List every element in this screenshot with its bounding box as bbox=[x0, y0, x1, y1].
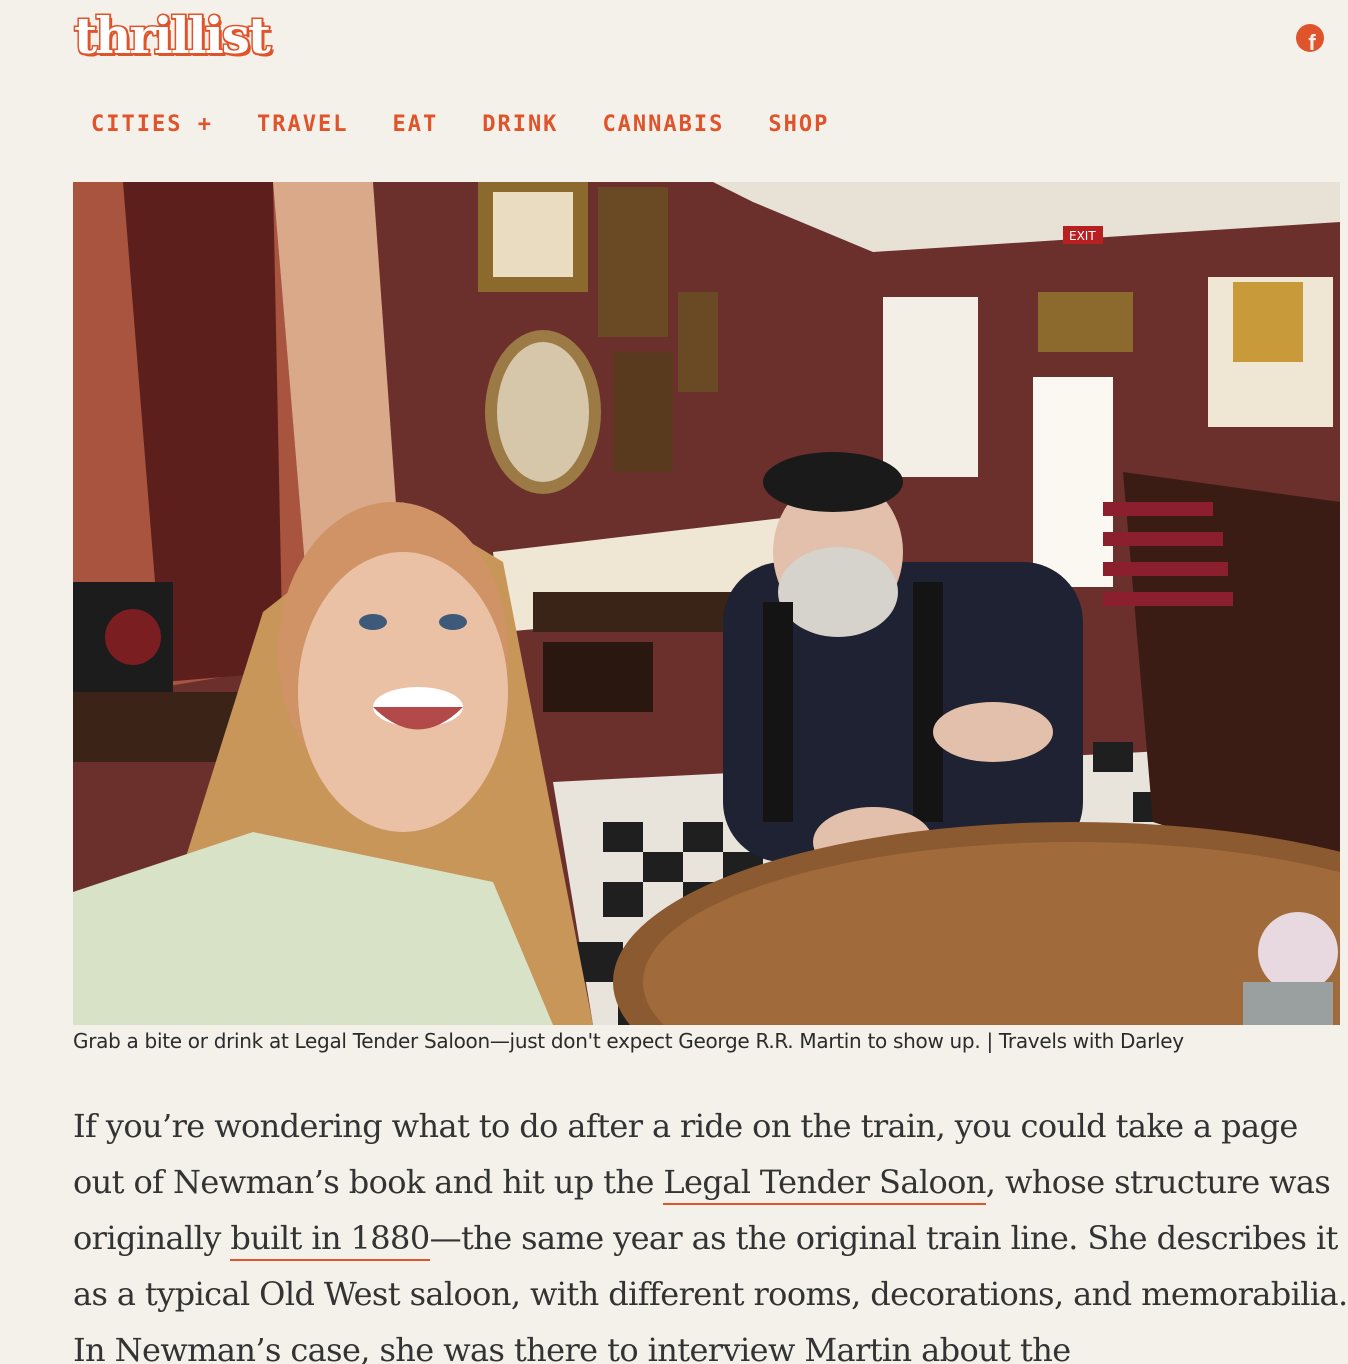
saloon-photo-illustration: EXIT bbox=[73, 182, 1340, 1025]
nav-item-cannabis[interactable]: CANNABIS bbox=[602, 112, 724, 137]
nav-item-drink[interactable]: DRINK bbox=[482, 112, 558, 137]
built-in-1880-link[interactable]: built in 1880 bbox=[230, 1219, 430, 1261]
legal-tender-saloon-link[interactable]: Legal Tender Saloon bbox=[663, 1163, 986, 1205]
main-nav: CITIES + TRAVEL EAT DRINK CANNABIS SHOP bbox=[91, 112, 829, 137]
nav-item-shop[interactable]: SHOP bbox=[768, 112, 829, 137]
nav-item-cities[interactable]: CITIES + bbox=[91, 112, 213, 137]
saloon-photo: EXIT bbox=[73, 182, 1340, 1025]
photo-caption: Grab a bite or drink at Legal Tender Sal… bbox=[73, 1029, 1184, 1053]
nav-item-eat[interactable]: EAT bbox=[392, 112, 438, 137]
article-paragraph: If you’re wondering what to do after a r… bbox=[73, 1098, 1348, 1364]
exit-sign: EXIT bbox=[1069, 229, 1096, 243]
facebook-glyph: f bbox=[1308, 30, 1316, 53]
facebook-icon[interactable]: f bbox=[1296, 24, 1324, 52]
nav-item-travel[interactable]: TRAVEL bbox=[257, 112, 348, 137]
thrillist-logo[interactable]: thrillist bbox=[72, 5, 272, 67]
